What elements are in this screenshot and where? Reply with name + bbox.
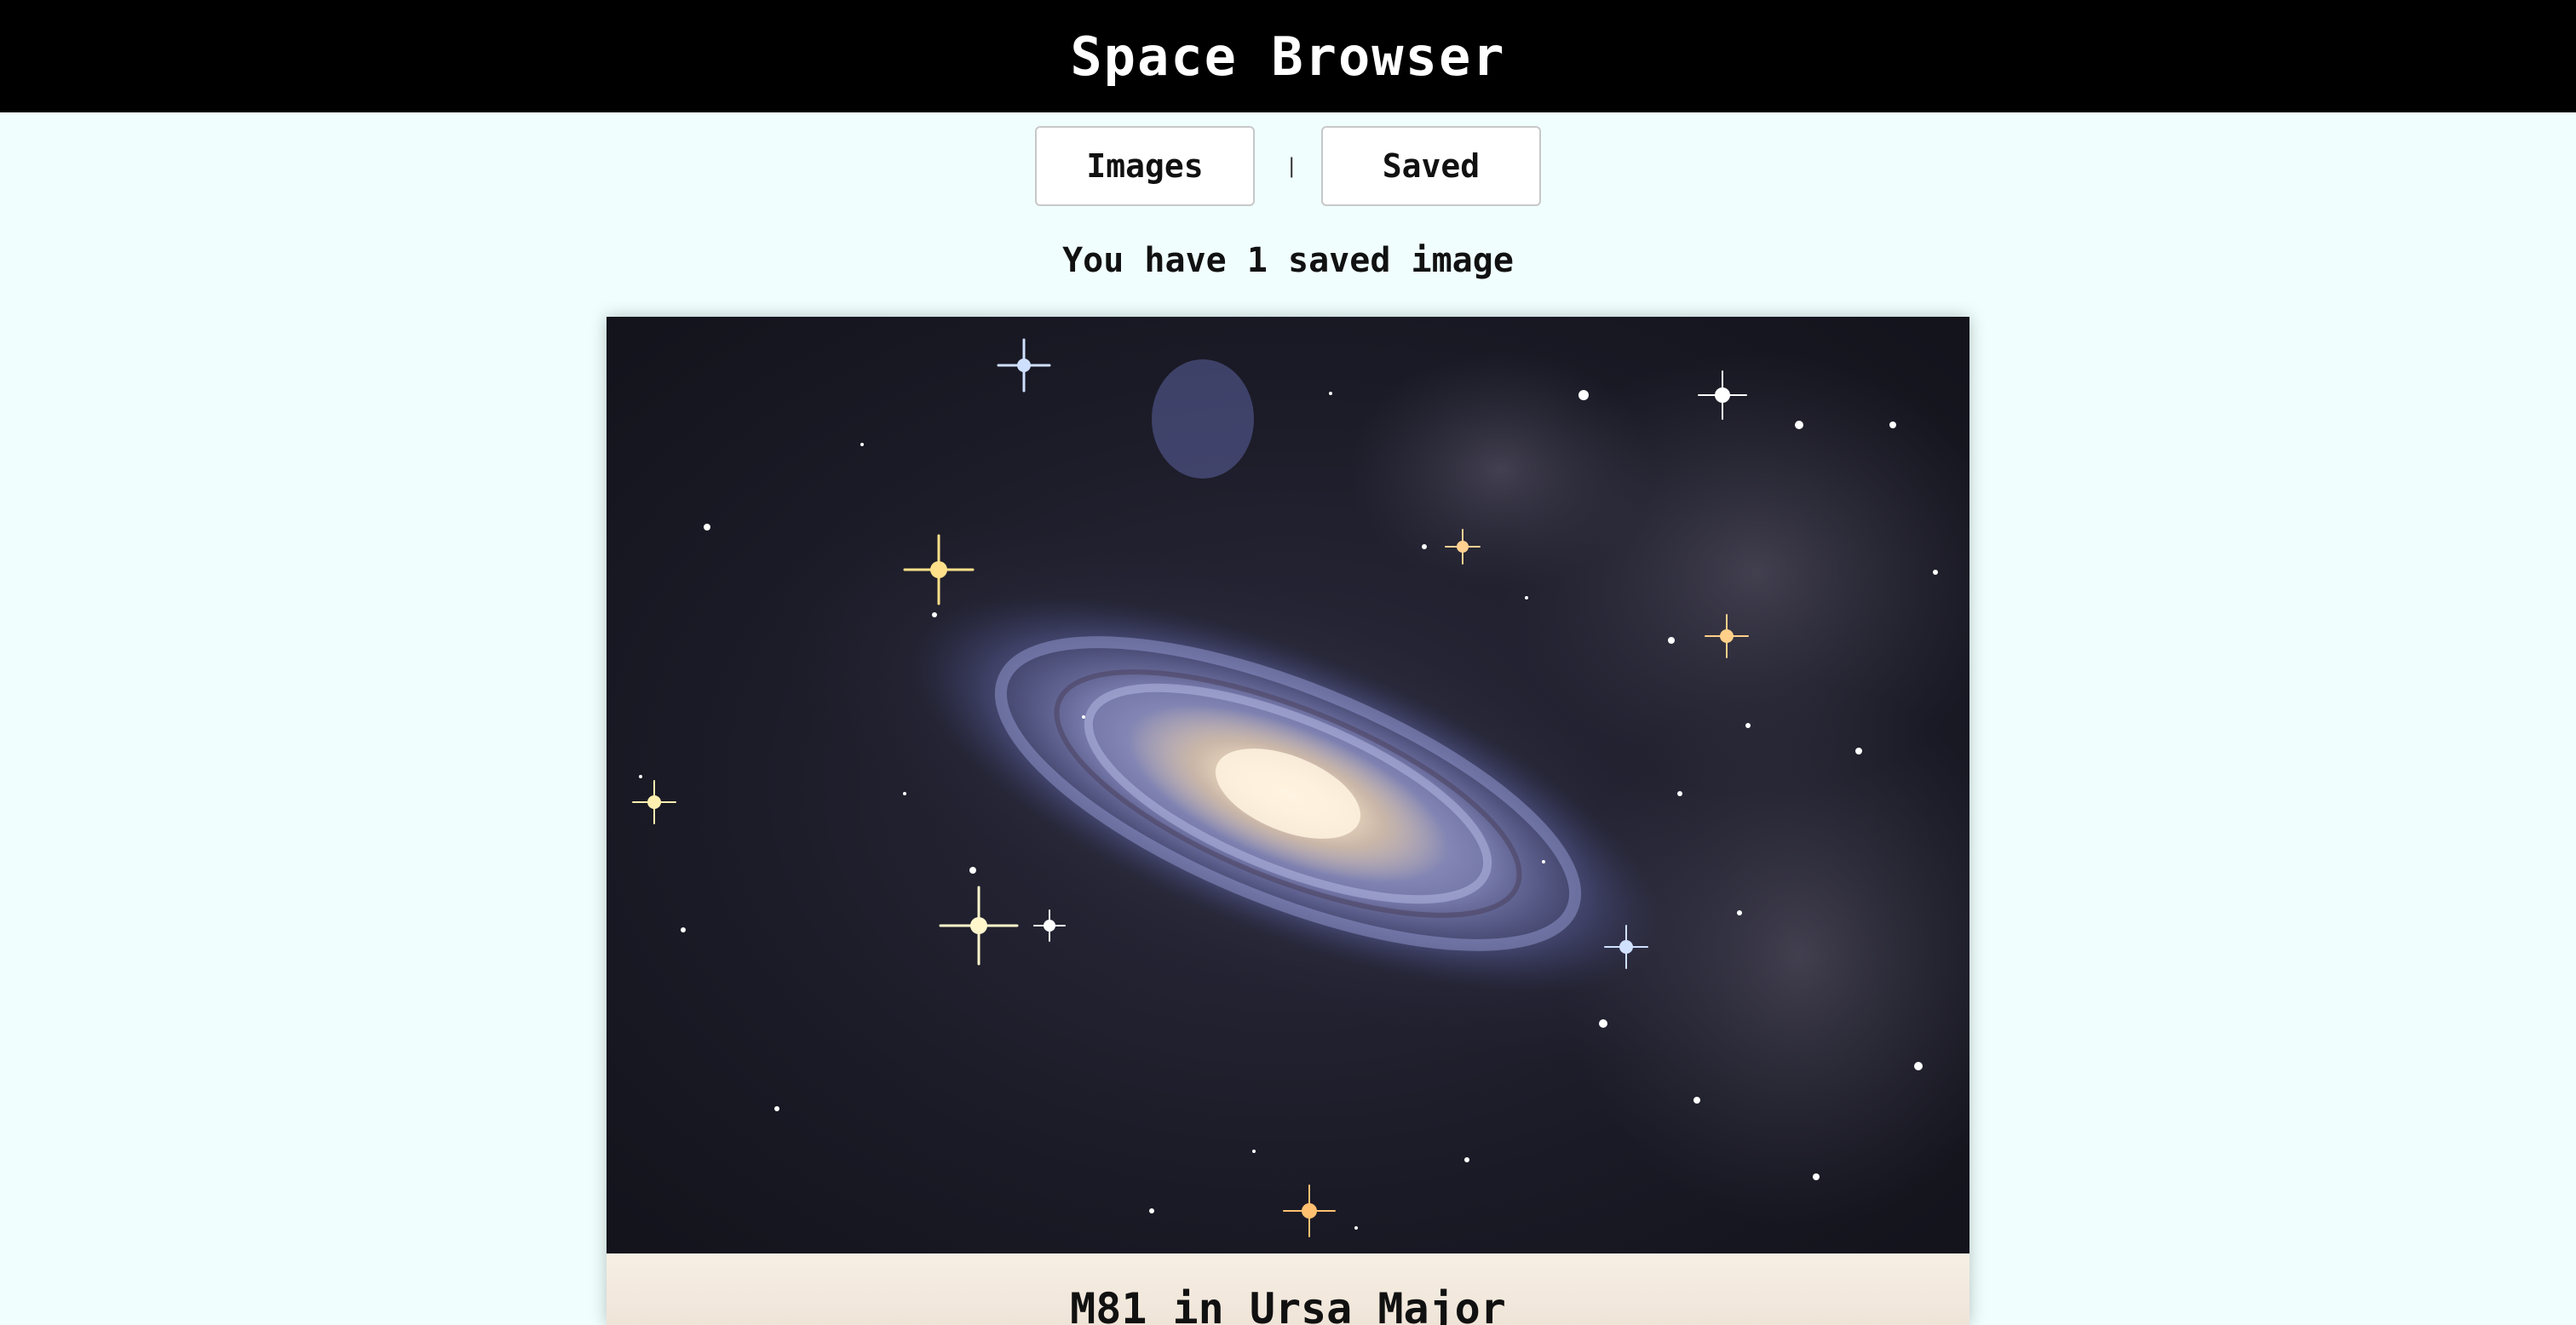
- app-title: Space Browser: [1070, 25, 1506, 88]
- galaxy-image[interactable]: [607, 317, 1969, 1253]
- saved-image-card[interactable]: M81 in Ursa Major: [607, 317, 1969, 1325]
- saved-button[interactable]: Saved: [1321, 126, 1541, 206]
- main-nav: Images | Saved: [0, 126, 2576, 206]
- image-caption: M81 in Ursa Major: [607, 1253, 1969, 1325]
- nav-separator: |: [1285, 154, 1298, 178]
- image-title: M81 in Ursa Major: [1070, 1284, 1506, 1325]
- images-button[interactable]: Images: [1035, 126, 1255, 206]
- saved-count-text: You have 1 saved image: [1062, 241, 1514, 280]
- app-header: Space Browser: [0, 0, 2576, 112]
